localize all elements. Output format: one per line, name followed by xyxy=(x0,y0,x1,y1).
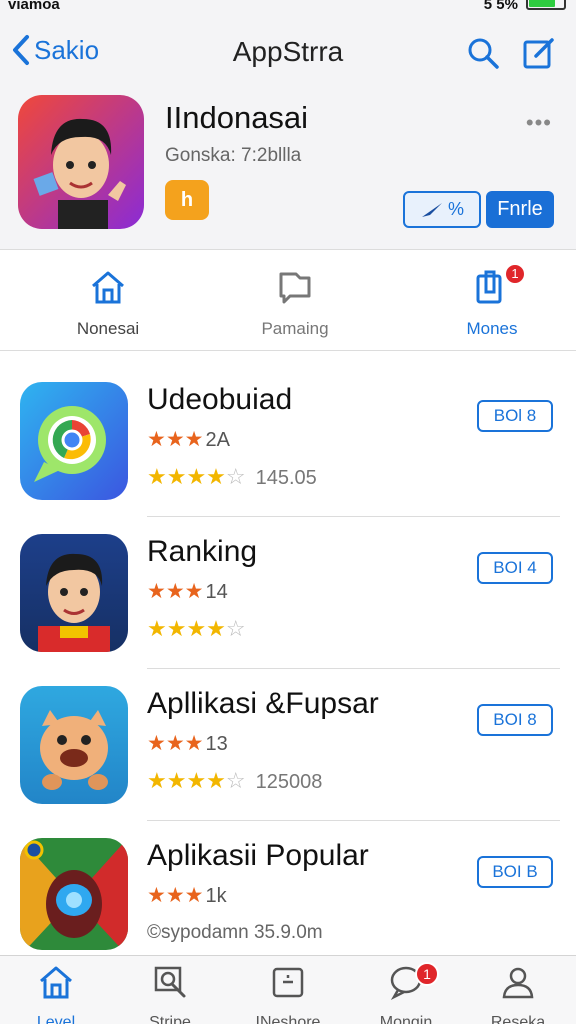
star-icons: ★★★ xyxy=(147,732,204,755)
star-full-icons: ★★★★ xyxy=(147,768,226,793)
free-button[interactable]: Fnrle xyxy=(486,191,554,228)
tabbar-item-reseka[interactable]: Reseka xyxy=(468,964,568,1024)
more-options-icon[interactable]: ••• xyxy=(526,110,552,136)
rating-small: ★★★ 13 xyxy=(147,731,228,756)
navigation-bar: Sakio AppStrra xyxy=(0,16,576,90)
app-title: Udeobuiad xyxy=(147,383,293,416)
list-item[interactable]: Aplikasii Popular ★★★ 1k ©sypodamn 35.9.0… xyxy=(0,821,576,955)
chat-bubble-icon xyxy=(279,272,311,304)
star-empty-icon: ☆ xyxy=(225,768,246,793)
app-icon xyxy=(20,382,128,500)
list-item[interactable]: Udeobuiad ★★★ 2A ★★★★☆ 145.05 BOl 8 xyxy=(0,365,576,517)
rating-count: 145.05 xyxy=(255,467,317,489)
rating-count: 125008 xyxy=(255,771,323,793)
rating-small-count: 1k xyxy=(205,885,227,907)
rating-stars: ★★★★☆ 145.05 xyxy=(147,464,317,490)
app-meta: ©sypodamn 35.9.0m xyxy=(147,922,323,943)
compose-icon[interactable] xyxy=(522,36,556,70)
tabbar-item-mongin[interactable]: 1 Mongin xyxy=(356,962,456,1024)
featured-app-header: IIndonasai Gonska: 7:2bllla h ••• % Fnrl… xyxy=(0,90,576,250)
tab-mones[interactable]: 1 Mones xyxy=(422,263,562,339)
get-button[interactable]: BOI 4 xyxy=(477,552,553,584)
share-label: % xyxy=(447,199,464,219)
tabbar-label: Reseka xyxy=(490,1014,546,1024)
battery-icon xyxy=(526,0,566,10)
tab-ranking[interactable]: Pamaing xyxy=(225,265,365,339)
star-full-icons: ★★★★ xyxy=(147,464,226,489)
featured-app-name: IIndonasai xyxy=(165,100,309,135)
search-icon[interactable] xyxy=(466,36,500,70)
age-badge: h xyxy=(165,180,209,220)
home-icon xyxy=(92,271,124,304)
tabbar-label: Level xyxy=(36,1014,76,1024)
home-icon xyxy=(40,966,72,999)
star-empty-icon: ☆ xyxy=(225,616,246,641)
tabbar-label: INeshore xyxy=(255,1014,321,1024)
tabbar-item-ineshore[interactable]: INeshore xyxy=(238,964,338,1024)
bottom-tab-bar: Level Stripe INeshore 1 Mongin Reseka xyxy=(0,955,576,1024)
app-title: Ranking xyxy=(147,535,258,568)
rating-small-count: 13 xyxy=(205,733,228,755)
calendar-icon xyxy=(272,967,304,998)
send-icon xyxy=(421,202,442,217)
app-icon xyxy=(20,534,128,652)
share-button[interactable]: % xyxy=(403,191,481,228)
rating-stars: ★★★★☆ 125008 xyxy=(147,768,322,794)
tabbar-label: Mongin xyxy=(379,1014,433,1024)
rating-small: ★★★ 14 xyxy=(147,579,228,604)
app-icon xyxy=(20,686,128,804)
star-empty-icon: ☆ xyxy=(225,464,246,489)
get-button[interactable]: BOl 8 xyxy=(477,400,553,432)
category-tabs: Nonesai Pamaing 1 Mones xyxy=(0,251,576,351)
tabbar-item-stripe[interactable]: Stripe xyxy=(120,964,220,1024)
app-icon xyxy=(20,838,128,950)
notification-badge: 1 xyxy=(504,263,526,285)
tab-label: Mones xyxy=(466,319,518,338)
tab-label: Nonesai xyxy=(76,319,140,338)
notification-badge: 1 xyxy=(415,962,439,986)
tabbar-item-level[interactable]: Level xyxy=(6,964,106,1024)
search-doc-icon xyxy=(154,966,186,998)
rating-small-count: 14 xyxy=(205,581,228,603)
rating-small-count: 2A xyxy=(205,429,230,451)
signal-battery-text: 5 5% xyxy=(483,0,518,13)
app-title: Aplikasii Popular xyxy=(147,839,369,872)
list-item[interactable]: Ranking ★★★ 14 ★★★★☆ BOI 4 xyxy=(0,517,576,669)
tab-home[interactable]: Nonesai xyxy=(38,265,178,339)
tab-label: Pamaing xyxy=(261,319,329,338)
star-icons: ★★★ xyxy=(147,428,204,451)
profile-icon xyxy=(502,967,534,999)
list-item[interactable]: Apllikasi &Fupsar ★★★ 13 ★★★★☆ 125008 BOI … xyxy=(0,669,576,821)
status-right: 5 5% xyxy=(484,0,566,13)
featured-app-subtitle: Gonska: 7:2bllla xyxy=(165,145,302,166)
tabbar-label: Stripe xyxy=(149,1014,191,1024)
featured-app-icon[interactable] xyxy=(18,95,144,229)
rating-small: ★★★ 1k xyxy=(147,883,227,908)
star-icons: ★★★ xyxy=(147,580,204,603)
carrier-label: viamoa xyxy=(8,0,60,13)
status-bar: viamoa 5 5% xyxy=(0,0,576,16)
app-title: Apllikasi &Fupsar xyxy=(147,687,379,720)
rating-stars: ★★★★☆ xyxy=(147,616,246,642)
get-button[interactable]: BOI B xyxy=(477,856,553,888)
rating-small: ★★★ 2A xyxy=(147,427,230,452)
nav-actions xyxy=(466,36,556,70)
star-full-icons: ★★★★ xyxy=(147,616,226,641)
star-icons: ★★★ xyxy=(147,884,204,907)
get-button[interactable]: BOI 8 xyxy=(477,704,553,736)
